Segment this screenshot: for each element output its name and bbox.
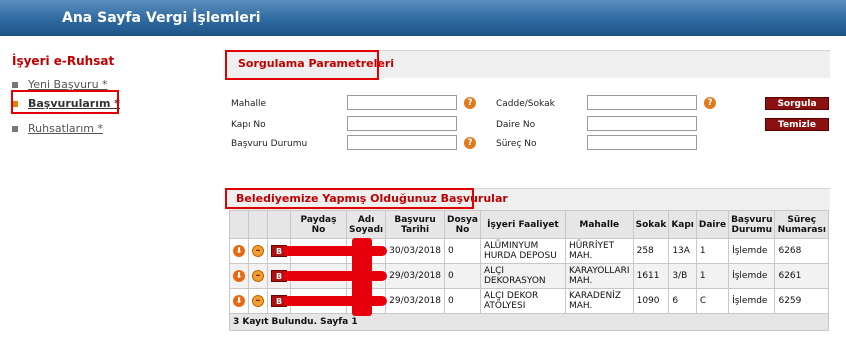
search-button[interactable]: Sorgula [765,97,829,110]
kapi-cell: 3/B [668,263,697,289]
col-mahalle: Mahalle [564,210,634,239]
basvuru-durumu-help-icon[interactable]: ? [464,137,476,149]
bullet-icon [12,82,18,88]
bullet-icon [12,126,18,132]
row-action-cell: – [248,238,268,264]
top-nav-bar: Ana Sayfa Vergi İşlemleri [0,0,846,36]
col-action-3 [267,210,291,239]
basvuru-durumu-select[interactable] [347,135,457,150]
highlight-box [11,90,119,114]
row-action-cell: – [248,288,268,314]
daire-cell: 1 [695,238,730,264]
col-surec-numarasi: Süreç Numarası [774,210,829,239]
kapi-cell: 6 [668,288,697,314]
cadde-input[interactable] [587,95,697,110]
row-action-cell: ⬇ [229,288,249,314]
basvuru-durumu-label: Başvuru Durumu [231,139,308,149]
nav-tax-operations[interactable]: Vergi İşlemleri [146,10,261,26]
mahalle-help-icon[interactable]: ? [464,97,476,109]
col-paydas-no: Paydaş No [290,210,347,239]
row-action-cell: ⬇ [229,263,249,289]
down-arrow-circle-icon[interactable]: ⬇ [233,270,245,282]
mahalle-input[interactable] [347,95,457,110]
surec-numarasi-cell: 6268 [774,238,829,264]
dosya-no-cell: 0 [444,238,481,264]
basvuru-durumu-cell: İşlemde [728,263,776,289]
basvuru-tarihi-cell: 30/03/2018 [385,238,445,264]
surec-no-input[interactable] [587,135,697,150]
daire-no-label: Daire No [496,120,536,130]
minus-circle-icon[interactable]: – [252,270,264,282]
basvuru-tarihi-cell: 29/03/2018 [385,288,445,314]
isyeri-faaliyet-cell: ALÇI DEKOR ATÖLYESI [479,288,566,314]
record-count-text: 3 Kayıt Bulundu. Sayfa 1 [229,313,829,331]
cadde-help-icon[interactable]: ? [704,97,716,109]
surec-numarasi-cell: 6259 [774,288,829,314]
daire-no-input[interactable] [587,116,697,131]
col-action-1 [229,210,249,239]
kapi-no-label: Kapı No [231,120,266,130]
col-adi-soyadi: Adı Soyadı [345,210,387,239]
daire-cell: C [695,288,730,314]
isyeri-faaliyet-cell: ALÜMINYUM HURDA DEPOSU [479,238,566,264]
nav-home[interactable]: Ana Sayfa [62,10,141,26]
col-isyeri-faaliyet: İşyeri Faaliyet [479,210,566,239]
highlight-box [225,188,474,209]
clear-button[interactable]: Temizle [765,118,829,131]
isyeri-faaliyet-cell: ALÇI DEKORASYON [479,263,566,289]
sokak-cell: 1611 [632,263,670,289]
dosya-no-cell: 0 [444,263,481,289]
col-sokak: Sokak [632,210,670,239]
minus-circle-icon[interactable]: – [252,245,264,257]
col-action-2 [248,210,268,239]
sidebar-item-my-licenses[interactable]: Ruhsatlarım * [12,122,103,135]
col-basvuru-tarihi: Başvuru Tarihi [385,210,445,239]
sokak-cell: 258 [632,238,670,264]
col-daire: Daire [695,210,730,239]
mahalle-cell: HÜRRİYET MAH. [564,238,634,264]
sidebar-title: İşyeri e-Ruhsat [12,54,115,68]
mahalle-cell: KARAYOLLARI MAH. [564,263,634,289]
col-basvuru-durumu: Başvuru Durumu [728,210,776,239]
surec-numarasi-cell: 6261 [774,263,829,289]
kapi-no-input[interactable] [347,116,457,131]
dosya-no-cell: 0 [444,288,481,314]
basvuru-tarihi-cell: 29/03/2018 [385,263,445,289]
surec-no-label: Süreç No [496,139,537,149]
row-action-cell: – [248,263,268,289]
row-action-cell: ⬇ [229,238,249,264]
down-arrow-circle-icon[interactable]: ⬇ [233,245,245,257]
basvuru-durumu-cell: İşlemde [728,288,776,314]
cadde-label: Cadde/Sokak [496,99,555,109]
redaction-mark [352,238,372,316]
table-footer-row: 3 Kayıt Bulundu. Sayfa 1 [229,313,829,331]
col-dosya-no: Dosya No [444,210,481,239]
basvuru-durumu-cell: İşlemde [728,238,776,264]
col-kapi: Kapı [668,210,697,239]
table-header-row: Paydaş No Adı Soyadı Başvuru Tarihi Dosy… [229,210,829,239]
down-arrow-circle-icon[interactable]: ⬇ [233,295,245,307]
kapi-cell: 13A [668,238,697,264]
daire-cell: 1 [695,263,730,289]
minus-circle-icon[interactable]: – [252,295,264,307]
mahalle-cell: KARADENİZ MAH. [564,288,634,314]
highlight-box [225,50,379,80]
mahalle-label: Mahalle [231,99,267,109]
sokak-cell: 1090 [632,288,670,314]
